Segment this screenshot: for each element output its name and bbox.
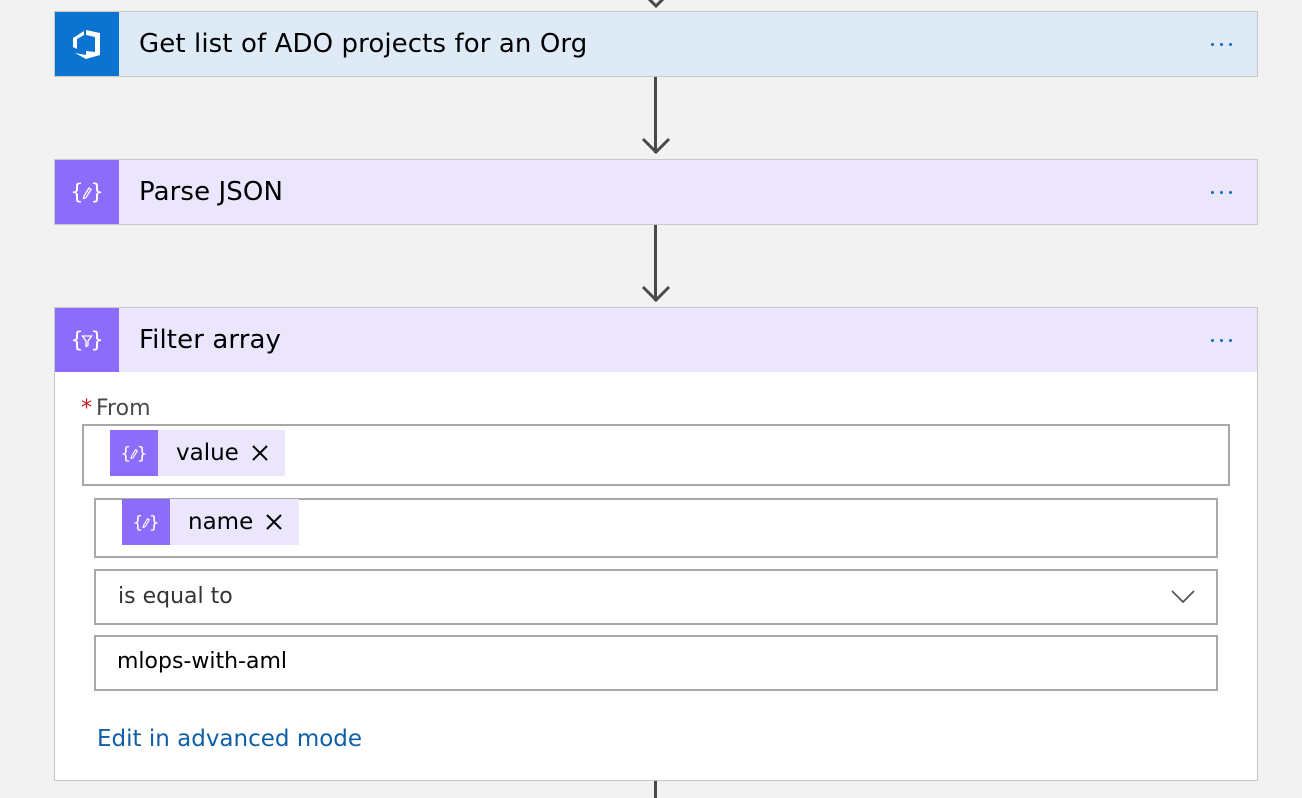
operator-selected-value: is equal to [118, 584, 233, 609]
close-icon[interactable] [263, 511, 285, 533]
ellipsis-icon [1210, 338, 1214, 342]
step-header[interactable]: Get list of ADO projects for an Org [55, 12, 1257, 76]
data-operation-icon: { } [122, 499, 170, 545]
data-operation-icon: { } [110, 430, 158, 476]
ellipsis-icon [1210, 190, 1214, 194]
chevron-down-icon [1171, 590, 1195, 604]
svg-text:{ }: { } [132, 513, 159, 533]
step-title: Parse JSON [139, 177, 284, 207]
step-card-filter-array[interactable]: { } Filter array * From { } value {} na… [54, 307, 1258, 781]
more-options-button[interactable] [1201, 324, 1241, 356]
dynamic-content-token-value[interactable]: { } value [110, 430, 285, 476]
step-title: Filter array [139, 325, 282, 355]
condition-value-text: mlops-with-aml [117, 649, 288, 674]
condition-left-operand-input[interactable]: { } name [94, 498, 1218, 558]
connector-line [654, 781, 657, 798]
step-card-parse-json[interactable]: { } Parse JSON [54, 159, 1258, 225]
condition-value-input[interactable]: mlops-with-aml [94, 635, 1218, 691]
step-header[interactable]: { } Parse JSON [55, 160, 1257, 224]
token-label: value [176, 440, 239, 466]
svg-text:{ }: { } [70, 328, 103, 352]
connector-arrow [641, 285, 671, 303]
step-card-get-ado-projects[interactable]: Get list of ADO projects for an Org [54, 11, 1258, 77]
svg-text:{ }: { } [120, 444, 147, 464]
operator-dropdown[interactable]: is equal to [94, 569, 1218, 625]
connector-arrow [641, 137, 671, 155]
dynamic-content-token-name[interactable]: { } name [122, 499, 300, 545]
from-input[interactable]: { } value [82, 424, 1230, 486]
required-marker: * [81, 396, 92, 421]
step-header[interactable]: { } Filter array [55, 308, 1257, 372]
from-field-label: * From [81, 396, 151, 421]
more-options-button[interactable] [1201, 28, 1241, 60]
ellipsis-icon [1210, 42, 1214, 46]
step-title: Get list of ADO projects for an Org [139, 29, 588, 59]
token-label: name [188, 509, 254, 535]
filter-array-icon: { } [55, 308, 119, 372]
data-operation-icon: { } [55, 160, 119, 224]
more-options-button[interactable] [1201, 176, 1241, 208]
edit-in-advanced-mode-link[interactable]: Edit in advanced mode [97, 726, 362, 752]
connector-arrow-top [647, 0, 665, 9]
close-icon[interactable] [249, 442, 271, 464]
azure-devops-icon [55, 12, 119, 76]
